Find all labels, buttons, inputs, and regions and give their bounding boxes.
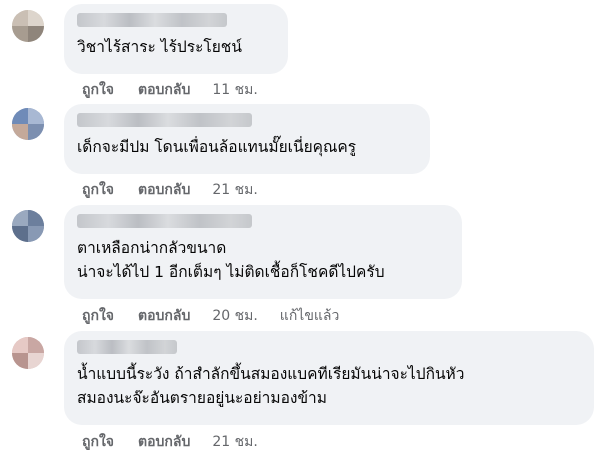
edited-indicator[interactable]: แก้ไขแล้ว xyxy=(280,305,340,327)
comment-text: น้ำแบบนี้ระวัง ถ้าสำลักขึ้นสมองแบคทีเรีย… xyxy=(77,365,465,407)
timestamp[interactable]: 21 ชม. xyxy=(212,431,257,453)
avatar[interactable] xyxy=(12,10,44,42)
author-name-redacted[interactable] xyxy=(77,340,177,354)
like-link[interactable]: ถูกใจ xyxy=(82,431,114,453)
comment-text: วิชาไร้สาระ ไร้ประโยชน์ xyxy=(77,38,242,56)
comment-actions: ถูกใจ ตอบกลับ 21 ชม. xyxy=(82,179,280,201)
author-name-redacted[interactable] xyxy=(77,13,227,27)
comment-bubble: วิชาไร้สาระ ไร้ประโยชน์ xyxy=(64,4,288,74)
like-link[interactable]: ถูกใจ xyxy=(82,79,114,101)
author-name-redacted[interactable] xyxy=(77,113,252,127)
reply-link[interactable]: ตอบกลับ xyxy=(138,79,190,101)
comment-bubble: ตาเหลือกน่ากลัวขนาด น่าจะได้ไป 1 อีกเต็ม… xyxy=(64,205,462,299)
timestamp[interactable]: 20 ชม. xyxy=(212,305,257,327)
avatar[interactable] xyxy=(12,337,44,369)
like-link[interactable]: ถูกใจ xyxy=(82,179,114,201)
comment-text: ตาเหลือกน่ากลัวขนาด น่าจะได้ไป 1 อีกเต็ม… xyxy=(77,239,385,281)
comment-actions: ถูกใจ ตอบกลับ 11 ชม. xyxy=(82,79,280,101)
reply-link[interactable]: ตอบกลับ xyxy=(138,305,190,327)
comment-bubble: เด็กจะมีปม โดนเพื่อนล้อแทนมั๊ยเนี่ยคุณคร… xyxy=(64,104,430,174)
timestamp[interactable]: 11 ชม. xyxy=(212,79,257,101)
reply-link[interactable]: ตอบกลับ xyxy=(138,431,190,453)
comment-bubble: น้ำแบบนี้ระวัง ถ้าสำลักขึ้นสมองแบคทีเรีย… xyxy=(64,331,594,425)
comment-actions: ถูกใจ ตอบกลับ 20 ชม. แก้ไขแล้ว xyxy=(82,305,339,327)
avatar[interactable] xyxy=(12,108,44,140)
avatar[interactable] xyxy=(12,210,44,242)
timestamp[interactable]: 21 ชม. xyxy=(212,179,257,201)
comment-actions: ถูกใจ ตอบกลับ 21 ชม. xyxy=(82,431,280,453)
author-name-redacted[interactable] xyxy=(77,214,252,228)
reply-link[interactable]: ตอบกลับ xyxy=(138,179,190,201)
comment-text: เด็กจะมีปม โดนเพื่อนล้อแทนมั๊ยเนี่ยคุณคร… xyxy=(77,138,357,156)
like-link[interactable]: ถูกใจ xyxy=(82,305,114,327)
